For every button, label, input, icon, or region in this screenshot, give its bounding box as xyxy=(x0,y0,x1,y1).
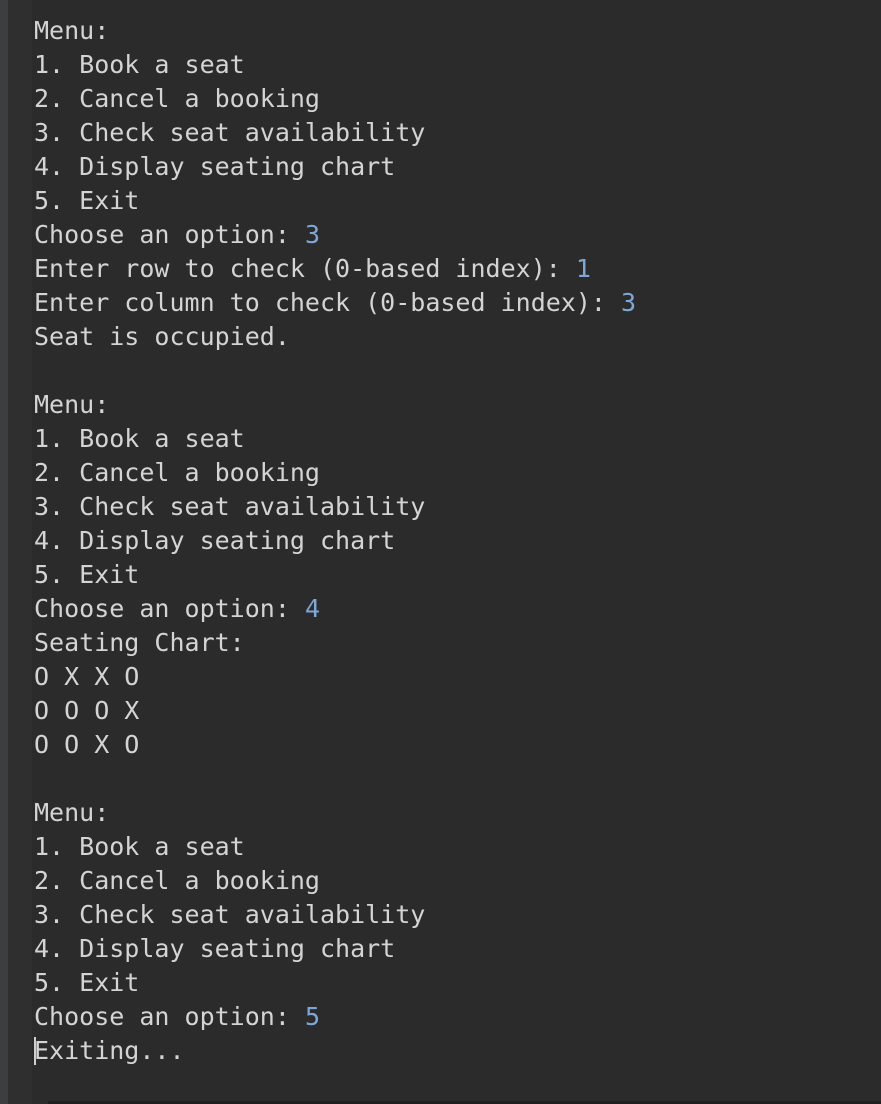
console-output[interactable]: Menu: 1. Book a seat 2. Cancel a booking 3.… xyxy=(34,14,636,1068)
console-output-text: 1. Book a seat xyxy=(34,50,245,79)
console-output-text: 2. Cancel a booking xyxy=(34,458,320,487)
console-line: Seat is occupied. xyxy=(34,320,636,354)
console-line: 4. Display seating chart xyxy=(34,150,636,184)
console-output-text: 4. Display seating chart xyxy=(34,152,396,181)
console-line: 2. Cancel a booking xyxy=(34,456,636,490)
console-line: 4. Display seating chart xyxy=(34,932,636,966)
console-line: 5. Exit xyxy=(34,184,636,218)
console-output-text: 1. Book a seat xyxy=(34,424,245,453)
console-output-text: 2. Cancel a booking xyxy=(34,866,320,895)
console-output-text: 2. Cancel a booking xyxy=(34,84,320,113)
console-line: O X X O xyxy=(34,660,636,694)
console-output-text: 4. Display seating chart xyxy=(34,526,396,555)
console-output-text: 5. Exit xyxy=(34,560,140,589)
console-user-input: 4 xyxy=(304,594,320,623)
console-line: 1. Book a seat xyxy=(34,48,636,82)
console-output-text: Choose an option: xyxy=(34,220,305,249)
console-output-text: O O O X xyxy=(34,696,140,725)
console-user-input: 5 xyxy=(304,1002,320,1031)
console-line: 1. Book a seat xyxy=(34,830,636,864)
console-output-text: Enter row to check (0-based index): xyxy=(34,254,576,283)
console-line: O O O X xyxy=(34,694,636,728)
console-gutter-strip xyxy=(8,0,32,1104)
console-line: Enter row to check (0-based index): 1 xyxy=(34,252,636,286)
console-output-text: Menu: xyxy=(34,798,110,827)
console-line: Menu: xyxy=(34,796,636,830)
console-output-text: Seating Chart: xyxy=(34,628,245,657)
console-user-input: 1 xyxy=(575,254,591,283)
console-line: Menu: xyxy=(34,388,636,422)
console-output-text: Choose an option: xyxy=(34,1002,305,1031)
console-output-text: Choose an option: xyxy=(34,594,305,623)
console-line: Seating Chart: xyxy=(34,626,636,660)
console-output-text: Menu: xyxy=(34,16,110,45)
console-line: 3. Check seat availability xyxy=(34,898,636,932)
console-line: 1. Book a seat xyxy=(34,422,636,456)
console-output-text: 5. Exit xyxy=(34,968,140,997)
console-user-input: 3 xyxy=(304,220,320,249)
console-output-text: 3. Check seat availability xyxy=(34,900,426,929)
console-output-text: 3. Check seat availability xyxy=(34,492,426,521)
console-line: 3. Check seat availability xyxy=(34,490,636,524)
console-line: 2. Cancel a booking xyxy=(34,864,636,898)
console-output-text: 5. Exit xyxy=(34,186,140,215)
console-line: O O X O xyxy=(34,728,636,762)
console-window: Menu: 1. Book a seat 2. Cancel a booking 3.… xyxy=(0,0,881,1104)
console-user-input: 3 xyxy=(621,288,637,317)
console-output-text: Seat is occupied. xyxy=(34,322,290,351)
console-output-text: Exiting... xyxy=(34,1036,185,1065)
console-output-text: O O X O xyxy=(34,730,140,759)
console-line: 2. Cancel a booking xyxy=(34,82,636,116)
console-output-text: 3. Check seat availability xyxy=(34,118,426,147)
console-output-text: 1. Book a seat xyxy=(34,832,245,861)
console-line: 4. Display seating chart xyxy=(34,524,636,558)
console-output-text: 4. Display seating chart xyxy=(34,934,396,963)
console-line: Choose an option: 5 xyxy=(34,1000,636,1034)
console-line: 3. Check seat availability xyxy=(34,116,636,150)
console-output-text: O X X O xyxy=(34,662,140,691)
console-line: 5. Exit xyxy=(34,966,636,1000)
console-line: 5. Exit xyxy=(34,558,636,592)
console-line: Choose an option: 4 xyxy=(34,592,636,626)
console-output-text: Menu: xyxy=(34,390,110,419)
console-line: Menu: xyxy=(34,14,636,48)
console-line: Choose an option: 3 xyxy=(34,218,636,252)
console-line: Enter column to check (0-based index): 3 xyxy=(34,286,636,320)
console-gutter xyxy=(0,0,8,1104)
console-output-text: Enter column to check (0-based index): xyxy=(34,288,621,317)
console-line: Exiting... xyxy=(34,1034,636,1068)
